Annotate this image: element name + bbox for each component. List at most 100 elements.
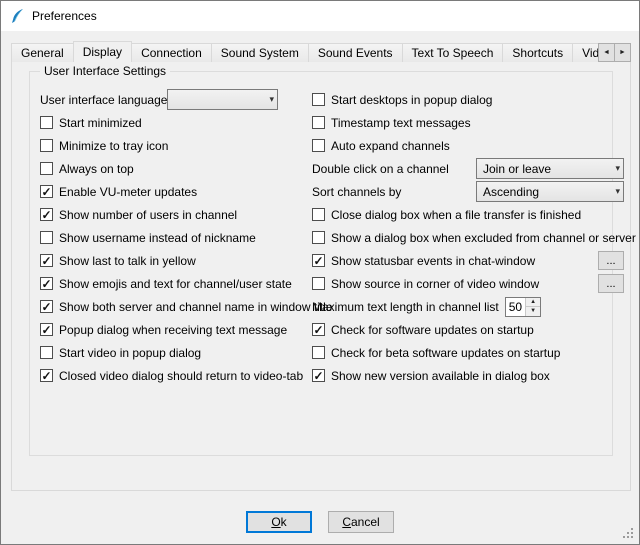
tab-label: Shortcuts <box>512 46 563 60</box>
checkbox-label: Show number of users in channel <box>59 208 237 222</box>
chevron-down-icon: ▾ <box>265 94 274 105</box>
checkbox-box[interactable]: ✓ <box>312 254 325 267</box>
checkbox-new-version-dialog[interactable]: ✓ Show new version available in dialog b… <box>312 364 624 387</box>
checkbox-box[interactable] <box>312 277 325 290</box>
checkbox-vu-meter-updates[interactable]: ✓ Enable VU-meter updates <box>40 180 308 203</box>
checkbox-label: Show new version available in dialog box <box>331 369 550 383</box>
statusbar-events-more-button[interactable]: ... <box>598 251 624 270</box>
double-click-value: Join or leave <box>483 162 551 176</box>
tab-strip: General Display Connection Sound System … <box>11 41 631 62</box>
tab-sound-system[interactable]: Sound System <box>211 43 309 62</box>
checkbox-check-updates[interactable]: ✓ Check for software updates on startup <box>312 318 624 341</box>
checkbox-desktops-popup[interactable]: Start desktops in popup dialog <box>312 88 624 111</box>
checkbox-box[interactable] <box>40 116 53 129</box>
tab-label: Display <box>83 45 122 59</box>
checkbox-label: Check for beta software updates on start… <box>331 346 560 360</box>
checkbox-label: Closed video dialog should return to vid… <box>59 369 303 383</box>
titlebar[interactable]: Preferences <box>1 1 639 31</box>
video-source-row: Show source in corner of video window ..… <box>312 272 624 295</box>
checkbox-box[interactable]: ✓ <box>40 300 53 313</box>
spin-down-icon[interactable]: ▼ <box>526 307 540 316</box>
resize-grip[interactable] <box>623 528 635 540</box>
checkbox-username-instead-nickname[interactable]: Show username instead of nickname <box>40 226 308 249</box>
checkbox-box[interactable] <box>312 208 325 221</box>
language-combo[interactable]: ▾ <box>167 89 278 110</box>
right-column: Start desktops in popup dialog Timestamp… <box>312 88 624 387</box>
checkbox-close-on-transfer-finished[interactable]: Close dialog box when a file transfer is… <box>312 203 624 226</box>
checkbox-emojis-and-text[interactable]: ✓ Show emojis and text for channel/user … <box>40 272 308 295</box>
checkbox-box[interactable]: ✓ <box>40 185 53 198</box>
checkbox-label: Start minimized <box>59 116 142 130</box>
checkbox-box[interactable] <box>312 116 325 129</box>
cancel-button-accesskey: C <box>342 515 351 529</box>
checkbox-box[interactable]: ✓ <box>312 369 325 382</box>
cancel-button[interactable]: Cancel <box>328 511 394 533</box>
sort-channels-row: Sort channels by Ascending ▾ <box>312 180 624 203</box>
checkbox-timestamp-messages[interactable]: Timestamp text messages <box>312 111 624 134</box>
checkbox-last-to-talk-yellow[interactable]: ✓ Show last to talk in yellow <box>40 249 308 272</box>
checkbox-box[interactable]: ✓ <box>40 208 53 221</box>
checkbox-box[interactable] <box>40 162 53 175</box>
checkbox-auto-expand-channels[interactable]: Auto expand channels <box>312 134 624 157</box>
tab-label: Sound Events <box>318 46 393 60</box>
checkbox-minimize-to-tray[interactable]: Minimize to tray icon <box>40 134 308 157</box>
spinner-buttons: ▲ ▼ <box>525 298 540 316</box>
tab-label: Text To Speech <box>412 46 494 60</box>
tab-text-to-speech[interactable]: Text To Speech <box>402 43 504 62</box>
checkbox-box[interactable]: ✓ <box>40 369 53 382</box>
tab-shortcuts[interactable]: Shortcuts <box>502 43 573 62</box>
video-source-more-button[interactable]: ... <box>598 274 624 293</box>
checkbox-box[interactable] <box>40 346 53 359</box>
checkbox-server-channel-in-title[interactable]: ✓ Show both server and channel name in w… <box>40 295 308 318</box>
language-label: User interface language <box>40 93 167 107</box>
tab-scroll-right-icon[interactable]: ► <box>614 43 631 62</box>
ok-button-accesskey: O <box>271 515 280 529</box>
chevron-down-icon: ▾ <box>611 163 620 174</box>
checkbox-show-user-count[interactable]: ✓ Show number of users in channel <box>40 203 308 226</box>
checkbox-box[interactable] <box>312 139 325 152</box>
checkbox-always-on-top[interactable]: Always on top <box>40 157 308 180</box>
cancel-button-label: ancel <box>351 515 380 529</box>
checkbox-box[interactable]: ✓ <box>40 323 53 336</box>
sort-channels-combo[interactable]: Ascending ▾ <box>476 181 624 202</box>
checkbox-box[interactable]: ✓ <box>40 277 53 290</box>
ok-button-label: k <box>281 515 287 529</box>
checkbox-box[interactable] <box>40 231 53 244</box>
checkbox-video-popup[interactable]: Start video in popup dialog <box>40 341 308 364</box>
max-text-length-spinner[interactable]: 50 ▲ ▼ <box>505 297 541 317</box>
checkbox-statusbar-events[interactable]: ✓ Show statusbar events in chat-window <box>312 254 535 268</box>
checkbox-start-minimized[interactable]: Start minimized <box>40 111 308 134</box>
tab-scroll-left-icon[interactable]: ◄ <box>598 43 615 62</box>
tab-display[interactable]: Display <box>73 41 132 62</box>
checkbox-box[interactable] <box>312 346 325 359</box>
sort-channels-value: Ascending <box>483 185 539 199</box>
spin-up-icon[interactable]: ▲ <box>526 298 540 308</box>
tab-connection[interactable]: Connection <box>131 43 212 62</box>
tab-sound-events[interactable]: Sound Events <box>308 43 403 62</box>
double-click-combo[interactable]: Join or leave ▾ <box>476 158 624 179</box>
tab-general[interactable]: General <box>11 43 74 62</box>
checkbox-check-beta-updates[interactable]: Check for beta software updates on start… <box>312 341 624 364</box>
checkbox-popup-on-text-message[interactable]: ✓ Popup dialog when receiving text messa… <box>40 318 308 341</box>
checkbox-label: Show last to talk in yellow <box>59 254 196 268</box>
preferences-dialog: Preferences General Display Connection S… <box>0 0 640 545</box>
checkbox-label: Minimize to tray icon <box>59 139 168 153</box>
checkbox-box[interactable] <box>40 139 53 152</box>
checkbox-label: Enable VU-meter updates <box>59 185 197 199</box>
sort-channels-label: Sort channels by <box>312 185 401 199</box>
group-title: User Interface Settings <box>40 64 170 78</box>
checkbox-box[interactable] <box>312 93 325 106</box>
ok-button[interactable]: Ok <box>246 511 312 533</box>
window-title: Preferences <box>32 9 97 23</box>
checkbox-video-source-corner[interactable]: Show source in corner of video window <box>312 277 539 291</box>
checkbox-box[interactable] <box>312 231 325 244</box>
checkbox-label: Show statusbar events in chat-window <box>331 254 535 268</box>
checkbox-box[interactable]: ✓ <box>40 254 53 267</box>
checkbox-label: Start video in popup dialog <box>59 346 201 360</box>
checkbox-label: Show source in corner of video window <box>331 277 539 291</box>
checkbox-closed-video-return[interactable]: ✓ Closed video dialog should return to v… <box>40 364 308 387</box>
checkbox-label: Popup dialog when receiving text message <box>59 323 287 337</box>
checkbox-box[interactable]: ✓ <box>312 323 325 336</box>
checkbox-dialog-when-excluded[interactable]: Show a dialog box when excluded from cha… <box>312 226 624 249</box>
display-tab-page: User Interface Settings User interface l… <box>11 61 631 491</box>
